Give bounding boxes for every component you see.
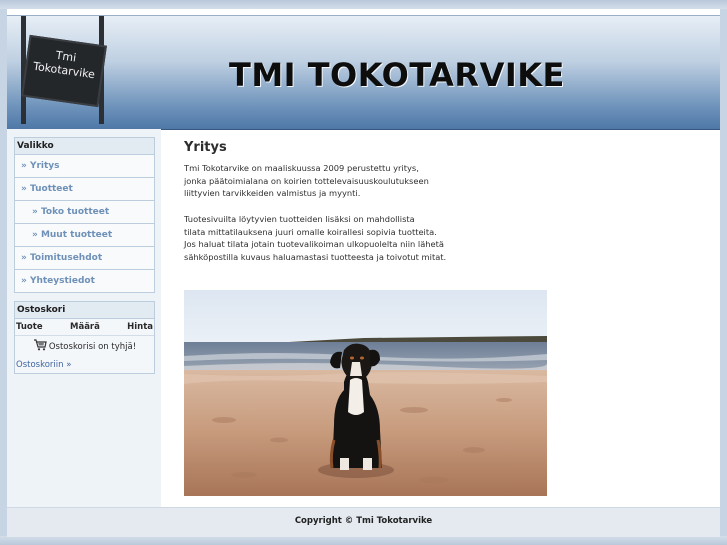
background-top xyxy=(0,0,727,9)
sidebar: Valikko » Yritys » Tuotteet » Toko tuott… xyxy=(7,129,161,507)
menu-panel: Valikko » Yritys » Tuotteet » Toko tuott… xyxy=(14,137,155,293)
background-bottom xyxy=(0,536,727,545)
intro-line: jonka päätoimialana on koirien totteleva… xyxy=(184,175,429,186)
cart-panel: Ostoskori Tuote Määrä Hinta Ostoskorisi … xyxy=(14,301,155,374)
order-line: Tuotesivuilta löytyvien tuotteiden lisäk… xyxy=(184,214,415,224)
order-line: Jos haluat tilata jotain tuotevalikoiman… xyxy=(184,239,445,250)
cart-columns: Tuote Määrä Hinta xyxy=(15,319,154,336)
menu-heading: Valikko xyxy=(15,138,154,155)
menu-item-toko-tuotteet[interactable]: » Toko tuotteet xyxy=(15,201,154,224)
cart-empty-text: Ostoskorisi on tyhjä! xyxy=(48,342,137,352)
menu-item-tuotteet[interactable]: » Tuotteet xyxy=(15,178,154,201)
cart-col-product: Tuote xyxy=(16,322,43,332)
cart-col-price: Hinta xyxy=(127,322,153,332)
intro-paragraph: Tmi Tokotarvike on maaliskuussa 2009 per… xyxy=(184,162,484,200)
page: Tmi Tokotarvike TMI TOKOTARVIKE Valikko … xyxy=(7,9,720,537)
menu-item-toimitusehdot[interactable]: » Toimitusehdot xyxy=(15,247,154,270)
intro-line: Tmi Tokotarvike on maaliskuussa 2009 per… xyxy=(184,163,419,173)
cart-link[interactable]: Ostoskoriin » xyxy=(15,358,154,373)
order-line: sähköpostilla kuvaus haluamastasi tuotte… xyxy=(184,251,447,262)
intro-line: liittyvien tarvikkeiden valmistus ja myy… xyxy=(184,188,361,199)
cart-empty-message: Ostoskorisi on tyhjä! xyxy=(15,336,154,358)
cart-icon xyxy=(33,339,47,351)
order-line: tilata mittatilauksena juuri omalle koir… xyxy=(184,226,437,237)
dog-beach-photo-image xyxy=(184,290,547,496)
menu-item-yritys[interactable]: » Yritys xyxy=(15,155,154,178)
order-paragraph: Tuotesivuilta löytyvien tuotteiden lisäk… xyxy=(184,213,484,263)
dog-beach-photo xyxy=(184,290,547,496)
logo-sign-text: Tmi Tokotarvike xyxy=(26,45,103,83)
cart-col-qty: Määrä xyxy=(70,322,100,332)
logo-sign[interactable]: Tmi Tokotarvike xyxy=(21,34,107,108)
footer: Copyright © Tmi Tokotarvike xyxy=(7,507,720,537)
menu-item-muut-tuotteet[interactable]: » Muut tuotteet xyxy=(15,224,154,247)
site-title: TMI TOKOTARVIKE xyxy=(229,56,565,94)
page-title: Yritys xyxy=(184,140,227,155)
header-banner: Tmi Tokotarvike TMI TOKOTARVIKE xyxy=(7,15,720,130)
cart-heading: Ostoskori xyxy=(15,302,154,319)
menu-item-yhteystiedot[interactable]: » Yhteystiedot xyxy=(15,270,154,292)
footer-copyright: Copyright © Tmi Tokotarvike xyxy=(294,516,433,526)
